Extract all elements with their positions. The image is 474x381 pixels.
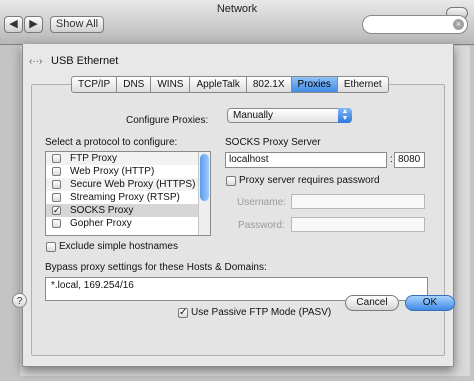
tab-wins[interactable]: WINS [151, 77, 191, 92]
requires-password-label: Proxy server requires password [239, 175, 380, 186]
protocol-list-label: Select a protocol to configure: [45, 137, 178, 148]
scrollbar-thumb[interactable] [200, 154, 209, 201]
requires-password-checkbox[interactable] [226, 176, 236, 186]
protocol-label: Streaming Proxy (RTSP) [70, 192, 180, 203]
interface-label: USB Ethernet [51, 55, 119, 67]
protocol-list: FTP Proxy Web Proxy (HTTP) Secure Web Pr… [45, 151, 211, 236]
username-field[interactable] [291, 194, 425, 209]
protocol-label: Secure Web Proxy (HTTPS) [70, 179, 196, 190]
protocol-checkbox[interactable] [52, 180, 61, 189]
list-item[interactable]: Secure Web Proxy (HTTPS) [46, 178, 210, 191]
back-icon: ◀ [9, 18, 18, 30]
protocol-checkbox[interactable] [52, 154, 61, 163]
exclude-simple-hostnames-checkbox[interactable] [46, 242, 56, 252]
advanced-settings-sheet: ‹··› USB Ethernet TCP/IP DNS WINS AppleT… [22, 44, 454, 367]
tab-802-1x[interactable]: 802.1X [247, 77, 292, 92]
username-label: Username: [237, 197, 286, 208]
search-field[interactable]: × [362, 15, 468, 34]
network-window: Network ◀ ▶ Show All × ‹··› USB Ethernet… [0, 0, 474, 381]
ethernet-icon: ‹··› [29, 56, 43, 67]
forward-button[interactable]: ▶ [24, 16, 43, 33]
list-item[interactable]: ✓ SOCKS Proxy [46, 204, 210, 217]
show-all-button[interactable]: Show All [50, 16, 104, 33]
protocol-label: Gopher Proxy [70, 218, 132, 229]
exclude-simple-hostnames-label: Exclude simple hostnames [59, 241, 178, 252]
back-button[interactable]: ◀ [4, 16, 23, 33]
help-button[interactable]: ? [12, 293, 27, 308]
help-icon: ? [16, 296, 23, 307]
password-label: Password: [238, 220, 285, 231]
configure-proxies-label: Configure Proxies: [126, 115, 209, 126]
proxy-port-field[interactable]: 8080 [394, 152, 425, 168]
protocol-checkbox[interactable]: ✓ [52, 206, 61, 215]
window-title: Network [216, 3, 258, 15]
list-item[interactable]: Streaming Proxy (RTSP) [46, 191, 210, 204]
tab-appletalk[interactable]: AppleTalk [190, 77, 247, 92]
popup-arrows-icon: ▲ ▼ [338, 108, 352, 123]
protocol-checkbox[interactable] [52, 219, 61, 228]
configure-proxies-select[interactable]: Manually ▲ ▼ [227, 108, 352, 123]
tab-tcp-ip[interactable]: TCP/IP [72, 77, 118, 92]
passive-ftp-label: Use Passive FTP Mode (PASV) [191, 307, 332, 318]
protocol-checkbox[interactable] [52, 167, 61, 176]
tab-bar: TCP/IP DNS WINS AppleTalk 802.1X Proxies… [71, 76, 389, 93]
list-item[interactable]: Web Proxy (HTTP) [46, 165, 210, 178]
protocol-label: Web Proxy (HTTP) [70, 166, 155, 177]
protocol-label: FTP Proxy [70, 153, 118, 164]
tab-ethernet[interactable]: Ethernet [338, 77, 388, 92]
forward-icon: ▶ [29, 18, 38, 30]
password-field[interactable] [291, 217, 425, 232]
tab-dns[interactable]: DNS [117, 77, 152, 92]
bypass-label: Bypass proxy settings for these Hosts & … [45, 262, 267, 273]
clear-search-icon[interactable]: × [453, 19, 464, 30]
passive-ftp-checkbox[interactable]: ✓ [178, 308, 188, 318]
port-separator: : [390, 154, 393, 165]
ok-button[interactable]: OK [405, 295, 455, 311]
server-label: SOCKS Proxy Server [225, 137, 321, 148]
list-item[interactable]: Gopher Proxy [46, 217, 210, 230]
tab-proxies[interactable]: Proxies [291, 77, 338, 92]
list-item[interactable]: FTP Proxy [46, 152, 210, 165]
configure-proxies-value: Manually [233, 110, 274, 121]
cancel-button[interactable]: Cancel [345, 295, 399, 311]
list-scrollbar[interactable] [198, 152, 210, 235]
proxy-server-field[interactable]: localhost [225, 152, 387, 168]
protocol-checkbox[interactable] [52, 193, 61, 202]
title-bar: Network ◀ ▶ Show All × [0, 0, 474, 45]
protocol-label: SOCKS Proxy [70, 205, 134, 216]
